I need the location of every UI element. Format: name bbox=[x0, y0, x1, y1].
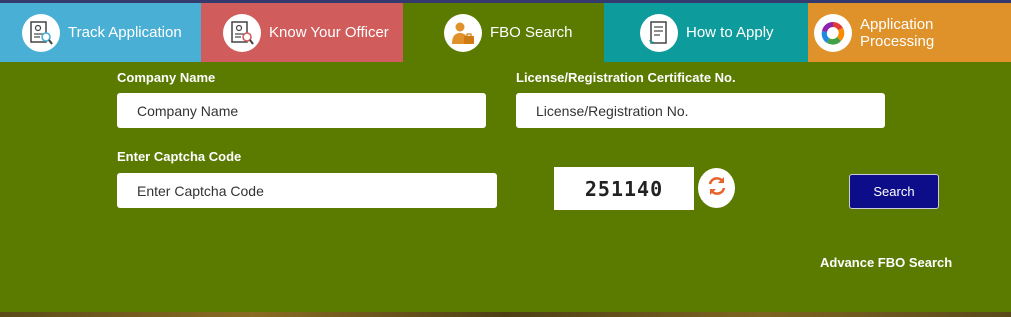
tab-label: Know Your Officer bbox=[269, 24, 389, 41]
document-pen-icon bbox=[640, 13, 678, 52]
officer-document-icon bbox=[223, 13, 261, 52]
magnifier-document-icon bbox=[22, 13, 60, 52]
license-number-input[interactable] bbox=[516, 93, 885, 128]
tab-application-processing[interactable]: Application Processing bbox=[808, 3, 1011, 62]
tab-label: Track Application bbox=[68, 24, 182, 41]
license-number-label: License/Registration Certificate No. bbox=[516, 70, 736, 85]
tab-know-your-officer[interactable]: Know Your Officer bbox=[201, 3, 403, 62]
captcha-input[interactable] bbox=[117, 173, 497, 208]
captcha-label: Enter Captcha Code bbox=[117, 149, 242, 164]
captcha-image: 251140 bbox=[554, 167, 694, 210]
businessman-icon bbox=[444, 13, 482, 52]
tab-bar: Track Application Know Your Officer FBO … bbox=[0, 3, 1011, 62]
advance-fbo-search-link[interactable]: Advance FBO Search bbox=[820, 255, 952, 270]
tab-label: Application Processing bbox=[860, 15, 935, 50]
company-name-input[interactable] bbox=[117, 93, 486, 128]
company-name-label: Company Name bbox=[117, 70, 216, 85]
color-cycle-icon bbox=[814, 13, 852, 52]
tab-fbo-search[interactable]: FBO Search bbox=[403, 3, 604, 62]
search-button[interactable]: Search bbox=[849, 174, 939, 209]
tab-label: How to Apply bbox=[686, 24, 774, 41]
refresh-icon bbox=[706, 175, 728, 202]
tab-label: FBO Search bbox=[490, 24, 573, 41]
tab-track-application[interactable]: Track Application bbox=[0, 3, 201, 62]
bottom-strip bbox=[0, 312, 1011, 317]
refresh-captcha-button[interactable] bbox=[698, 168, 735, 208]
tab-how-to-apply[interactable]: How to Apply bbox=[604, 3, 808, 62]
